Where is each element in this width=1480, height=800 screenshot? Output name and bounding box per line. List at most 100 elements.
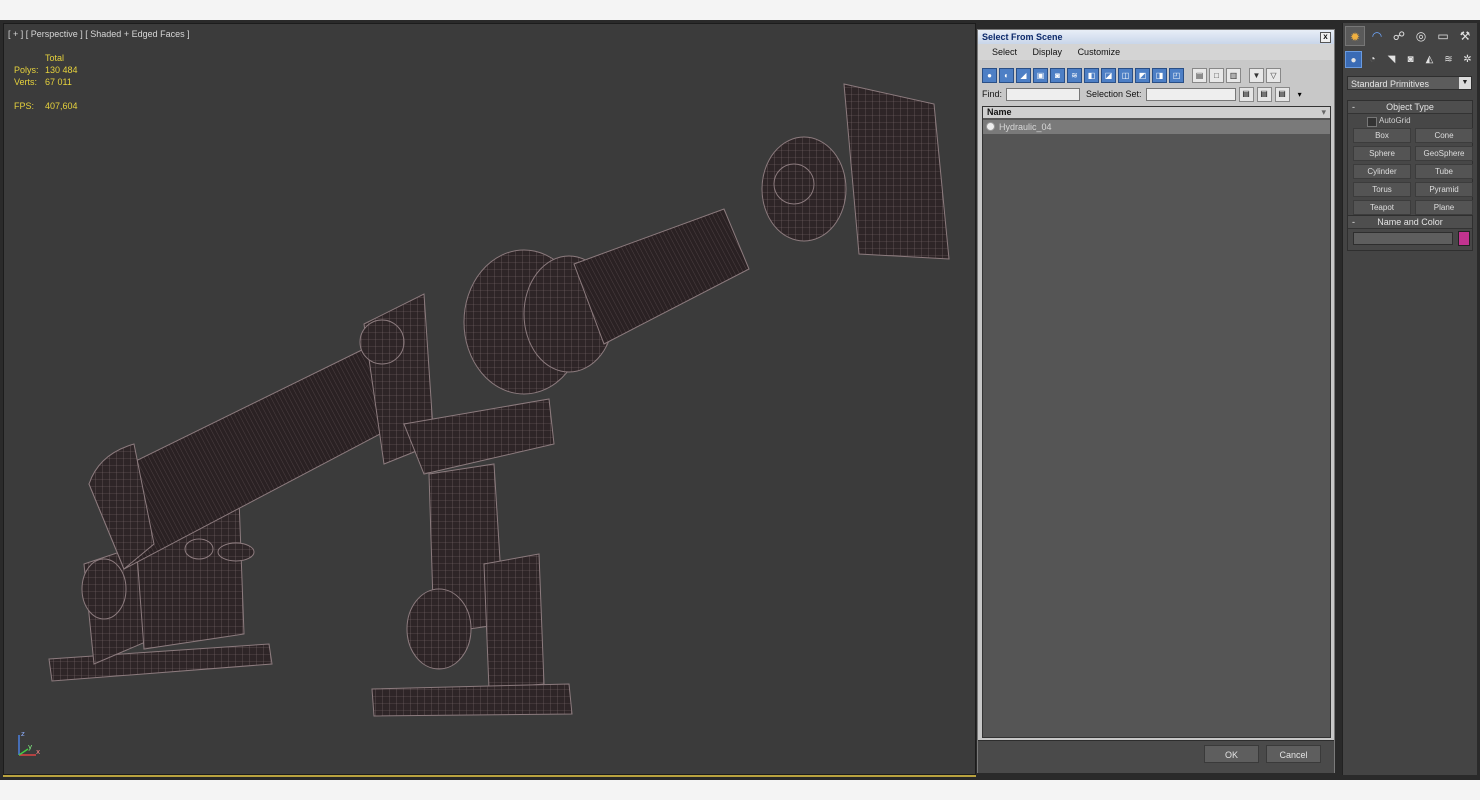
name-and-color-title: Name and Color — [1377, 217, 1443, 227]
torus-button[interactable]: Torus — [1353, 182, 1411, 197]
display-bones-icon[interactable]: ◫ — [1118, 67, 1133, 83]
lights-icon[interactable]: ◥ — [1383, 51, 1400, 68]
command-panel: ✹ ◠ ☍ ◎ ▭ ⚒ ● ◔ ◥ ◙ ◭ ≋ ✲ Standard Primi… — [1342, 23, 1477, 775]
filter-icon[interactable]: ▼ — [1249, 67, 1264, 83]
selection-set-dropdown[interactable] — [1145, 87, 1236, 101]
selection-set-label: Selection Set: — [1086, 89, 1142, 99]
list-item-label: Hydraulic_04 — [999, 122, 1052, 132]
viewport-stats: Total Polys: 130 484 Verts: 67 011 FPS: 407… — [14, 52, 78, 112]
find-input[interactable] — [1006, 87, 1081, 101]
create-categories: ● ◔ ◥ ◙ ◭ ≋ ✲ — [1345, 51, 1478, 68]
viewport-label[interactable]: [ + ] [ Perspective ] [ Shaded + Edged F… — [8, 29, 190, 39]
spacewarps-icon[interactable]: ≋ — [1440, 51, 1457, 68]
utilities-icon[interactable]: ⚒ — [1455, 26, 1475, 46]
object-geometry-icon — [986, 122, 995, 131]
display-frozen-icon[interactable]: ◨ — [1152, 67, 1167, 83]
shapes-icon[interactable]: ◔ — [1364, 51, 1381, 68]
modify-icon[interactable]: ◠ — [1367, 26, 1387, 46]
object-type-rollout: - Object Type AutoGrid Box Cone Sphere G… — [1347, 100, 1473, 220]
dialog-title-bar[interactable]: Select From Scene x — [978, 30, 1334, 44]
category-dropdown[interactable]: Standard Primitives ▼ — [1347, 76, 1472, 90]
fps-label: FPS: — [14, 101, 35, 111]
selection-set-create-icon[interactable]: ▤ — [1238, 86, 1254, 102]
select-from-scene-dialog: Select From Scene x Select Display Custo… — [977, 29, 1335, 773]
column-header-name[interactable]: Name ▾ — [983, 107, 1330, 118]
motion-icon[interactable]: ◎ — [1411, 26, 1431, 46]
display-cameras-icon[interactable]: ▣ — [1033, 67, 1048, 83]
primitive-buttons: Box Cone Sphere GeoSphere Cylinder Tube … — [1348, 128, 1473, 219]
dialog-title: Select From Scene — [982, 32, 1063, 42]
filter-options-icon[interactable]: ▽ — [1266, 67, 1281, 83]
display-hidden-icon[interactable]: ◰ — [1169, 67, 1184, 83]
display-geometry-icon[interactable]: ● — [982, 67, 997, 83]
sort-icon[interactable]: ▾ — [1321, 107, 1326, 118]
perspective-viewport[interactable]: [ + ] [ Perspective ] [ Shaded + Edged F… — [3, 23, 976, 775]
command-panel-tabs: ✹ ◠ ☍ ◎ ▭ ⚒ — [1345, 26, 1477, 46]
select-invert-icon[interactable]: ▥ — [1226, 67, 1241, 83]
plane-button[interactable]: Plane — [1415, 200, 1473, 215]
ok-button[interactable]: OK — [1204, 745, 1259, 763]
cancel-button[interactable]: Cancel — [1266, 745, 1321, 763]
menu-display[interactable]: Display — [1033, 47, 1063, 57]
menu-customize[interactable]: Customize — [1078, 47, 1121, 57]
object-name-input[interactable] — [1353, 232, 1453, 245]
geometry-icon[interactable]: ● — [1345, 51, 1362, 68]
stats-header: Total — [45, 53, 65, 63]
gizmo-y-label: y — [28, 743, 32, 751]
gizmo-z-label: z — [21, 730, 25, 738]
chevron-down-icon[interactable]: ▼ — [1459, 77, 1471, 89]
verts-label: Verts: — [14, 77, 38, 87]
teapot-button[interactable]: Teapot — [1353, 200, 1411, 215]
helpers-icon[interactable]: ◭ — [1421, 51, 1438, 68]
sphere-button[interactable]: Sphere — [1353, 146, 1411, 161]
cylinder-button[interactable]: Cylinder — [1353, 164, 1411, 179]
fps-value: 407,604 — [45, 101, 78, 111]
cameras-icon[interactable]: ◙ — [1402, 51, 1419, 68]
hierarchy-icon[interactable]: ☍ — [1389, 26, 1409, 46]
display-spacewarps-icon[interactable]: ≋ — [1067, 67, 1082, 83]
autogrid-checkbox[interactable]: AutoGrid — [1348, 114, 1472, 128]
toolbar-overflow-icon[interactable]: ▾ — [1298, 90, 1302, 99]
polys-value: 130 484 — [45, 65, 78, 75]
axis-gizmo-icon: z y x — [18, 730, 40, 756]
close-icon[interactable]: x — [1320, 32, 1331, 43]
display-lights-icon[interactable]: ◢ — [1016, 67, 1031, 83]
autogrid-label: AutoGrid — [1379, 116, 1411, 125]
column-name-label: Name — [987, 107, 1012, 117]
display-helpers-icon[interactable]: ◙ — [1050, 67, 1065, 83]
display-groups-icon[interactable]: ◧ — [1084, 67, 1099, 83]
name-and-color-header[interactable]: - Name and Color — [1348, 216, 1472, 229]
display-xrefs-icon[interactable]: ◪ — [1101, 67, 1116, 83]
selection-set-remove-icon[interactable]: ▤ — [1274, 86, 1290, 102]
find-row: Find: Selection Set: ▤ ▤ ▤ ▾ — [982, 86, 1330, 102]
hydraulic-model-wireframe — [48, 83, 950, 717]
gizmo-x-label: x — [36, 748, 40, 756]
display-icon[interactable]: ▭ — [1433, 26, 1453, 46]
tube-button[interactable]: Tube — [1415, 164, 1473, 179]
select-all-icon[interactable]: ▤ — [1192, 67, 1207, 83]
dialog-menu-bar: Select Display Customize — [978, 44, 1334, 60]
selection-set-add-icon[interactable]: ▤ — [1256, 86, 1272, 102]
dialog-footer: OK Cancel — [978, 740, 1334, 773]
display-containers-icon[interactable]: ◩ — [1135, 67, 1150, 83]
menu-select[interactable]: Select — [992, 47, 1017, 57]
find-label: Find: — [982, 89, 1003, 99]
collapse-icon[interactable]: - — [1352, 101, 1355, 113]
category-value: Standard Primitives — [1351, 79, 1430, 89]
box-button[interactable]: Box — [1353, 128, 1411, 143]
list-item[interactable]: Hydraulic_04 — [983, 120, 1330, 134]
create-icon[interactable]: ✹ — [1345, 26, 1365, 46]
systems-icon[interactable]: ✲ — [1459, 51, 1476, 68]
display-shapes-icon[interactable]: ◐ — [999, 67, 1014, 83]
scene-object-list[interactable]: Name ▾ Hydraulic_04 — [982, 106, 1331, 738]
object-color-swatch[interactable] — [1458, 231, 1470, 246]
object-type-header[interactable]: - Object Type — [1348, 101, 1472, 114]
pyramid-button[interactable]: Pyramid — [1415, 182, 1473, 197]
select-none-icon[interactable]: □ — [1209, 67, 1224, 83]
geosphere-button[interactable]: GeoSphere — [1415, 146, 1473, 161]
autogrid-checkbox-box[interactable] — [1367, 117, 1377, 127]
cone-button[interactable]: Cone — [1415, 128, 1473, 143]
collapse-icon[interactable]: - — [1352, 216, 1355, 228]
object-type-title: Object Type — [1386, 102, 1434, 112]
viewport-active-border — [3, 775, 976, 777]
